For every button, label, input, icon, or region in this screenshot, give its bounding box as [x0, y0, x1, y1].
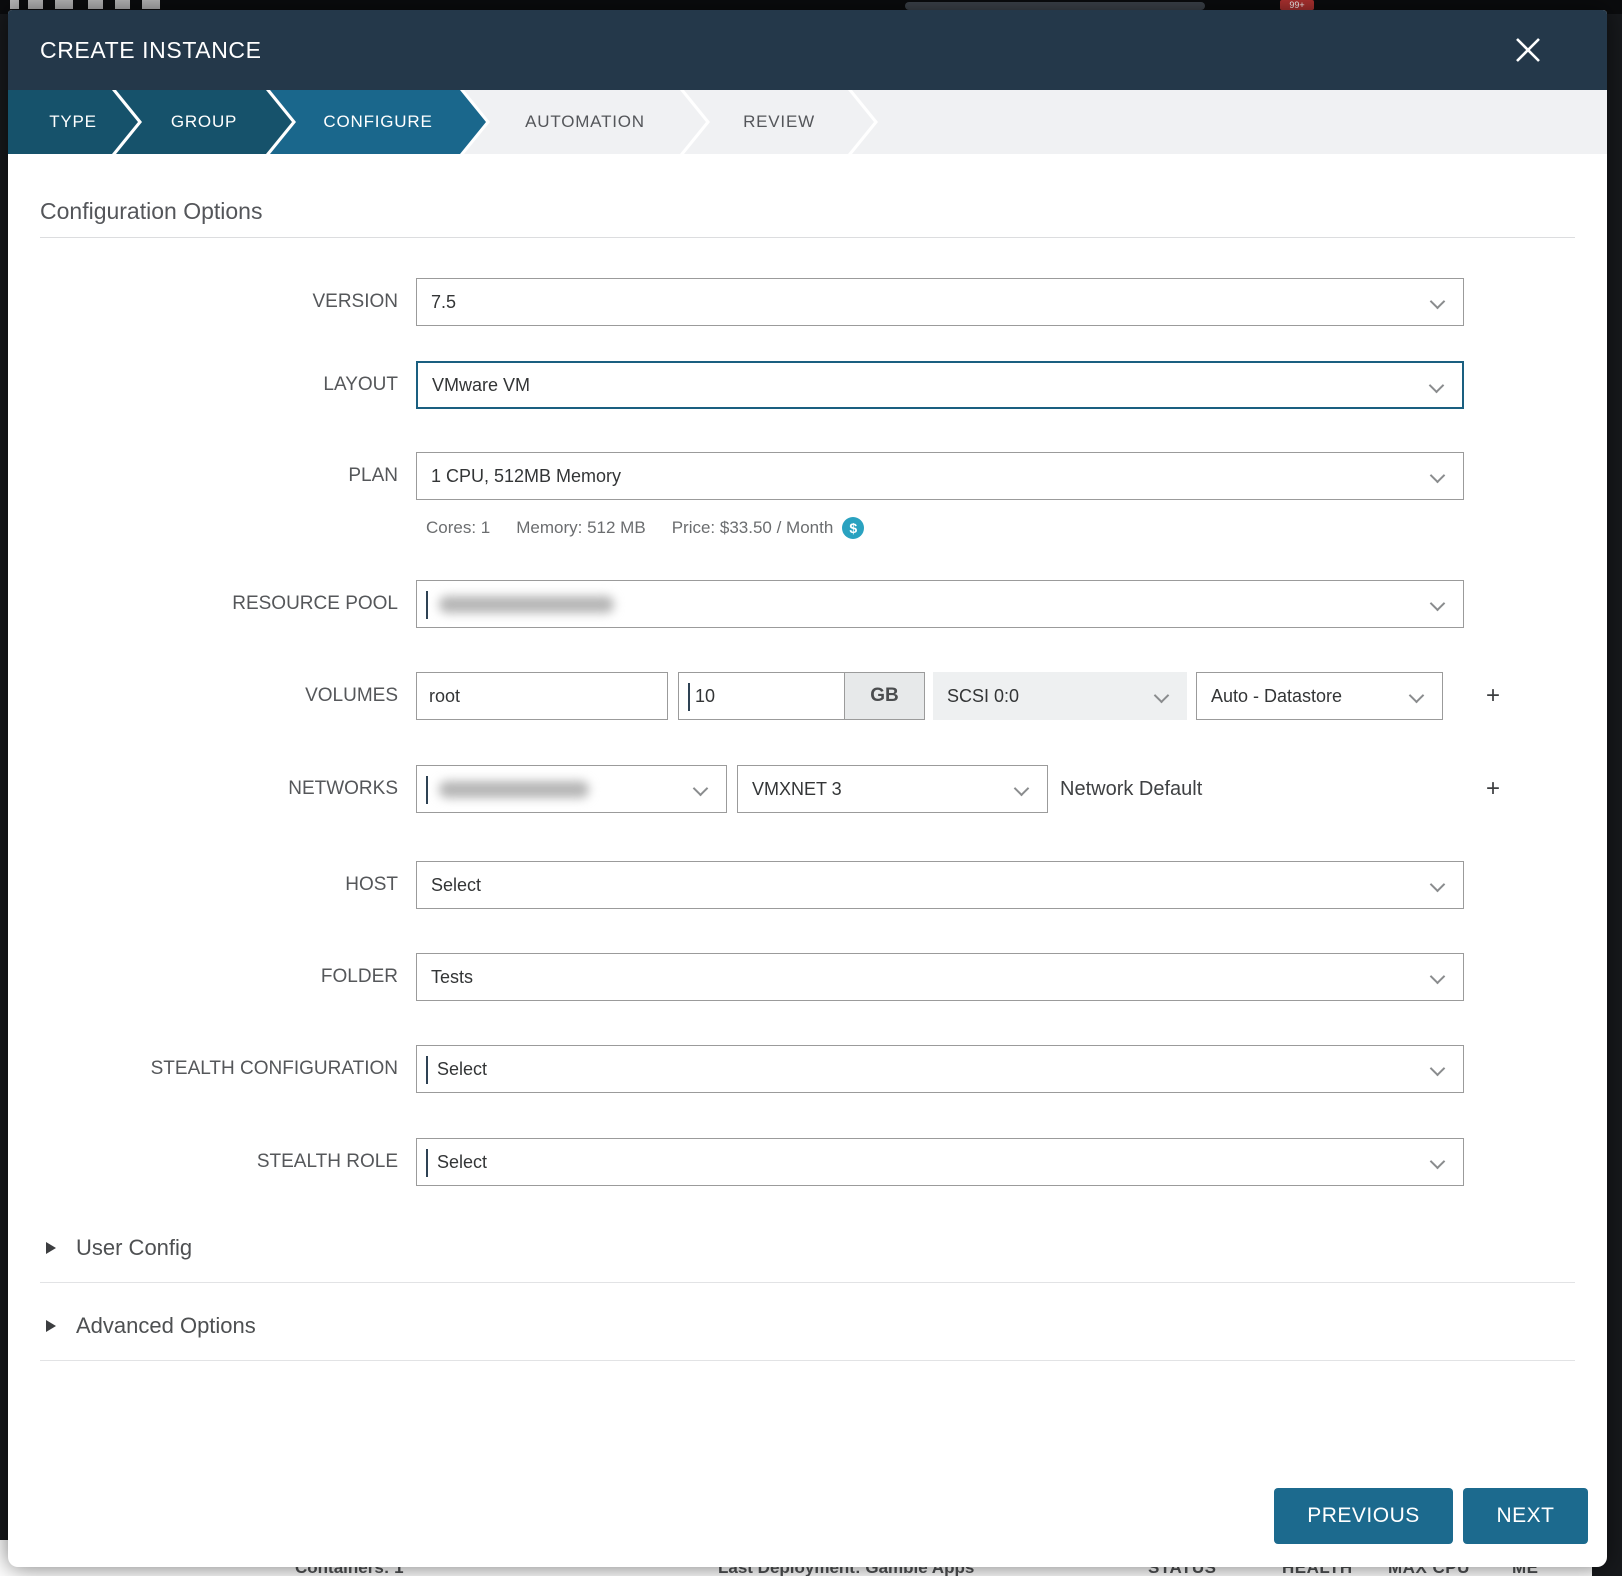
step-type-label: TYPE [49, 112, 97, 132]
chevron-down-icon [1154, 688, 1170, 704]
host-select[interactable]: Select [416, 861, 1464, 909]
step-type[interactable]: TYPE [8, 90, 138, 154]
notification-badge: 99+ [1280, 0, 1314, 10]
version-label: VERSION [38, 291, 398, 313]
volume-unit-addon: GB [845, 672, 925, 720]
chevron-down-icon [1430, 1154, 1446, 1170]
step-group[interactable]: GROUP [116, 90, 292, 154]
chevron-down-icon [1430, 294, 1446, 310]
section-divider [40, 1360, 1575, 1361]
dialog-title: CREATE INSTANCE [40, 10, 262, 90]
layout-label: LAYOUT [38, 374, 398, 396]
stealth-configuration-select[interactable]: Select [416, 1045, 1464, 1093]
chevron-down-icon [693, 781, 709, 797]
text-cursor [688, 683, 690, 711]
text-cursor [426, 1056, 428, 1084]
text-cursor [426, 1149, 428, 1177]
plan-price: Price: $33.50 / Month [672, 518, 834, 538]
create-instance-dialog: CREATE INSTANCE TYPE GROUP CONFIGURE AUT… [8, 10, 1607, 1567]
step-group-label: GROUP [171, 112, 237, 132]
step-automation-label: AUTOMATION [525, 112, 645, 132]
redacted-value [439, 596, 614, 613]
host-label: HOST [38, 874, 398, 896]
chevron-down-icon [1430, 596, 1446, 612]
page-title: Configuration Options [40, 198, 262, 225]
network-default-text: Network Default [1060, 765, 1202, 813]
advanced-options-section-label: Advanced Options [76, 1313, 256, 1339]
layout-select[interactable]: VMware VM [416, 361, 1464, 409]
next-button[interactable]: NEXT [1463, 1488, 1588, 1544]
stealth-role-label: STEALTH ROLE [38, 1151, 398, 1173]
volume-datastore-select[interactable]: Auto - Datastore [1196, 672, 1443, 720]
previous-button[interactable]: PREVIOUS [1274, 1488, 1453, 1544]
chevron-down-icon [1430, 468, 1446, 484]
stealth-role-select[interactable]: Select [416, 1138, 1464, 1186]
stealth-configuration-label: STEALTH CONFIGURATION [38, 1058, 398, 1080]
plan-info: Cores: 1 Memory: 512 MB Price: $33.50 / … [426, 515, 864, 541]
volumes-label: VOLUMES [38, 685, 398, 707]
volume-size-input[interactable] [678, 672, 845, 720]
folder-select[interactable]: Tests [416, 953, 1464, 1001]
add-network-button[interactable]: + [1478, 765, 1508, 813]
caret-right-icon [46, 1242, 56, 1254]
background-logo-fragment [10, 0, 160, 9]
chevron-down-icon [1430, 1061, 1446, 1077]
volume-datastore-value: Auto - Datastore [1211, 686, 1342, 707]
volume-name-input[interactable] [416, 672, 668, 720]
chevron-down-icon [1430, 877, 1446, 893]
caret-right-icon [46, 1320, 56, 1332]
plan-cores: Cores: 1 [426, 518, 490, 538]
volume-controller-select[interactable]: SCSI 0:0 [933, 672, 1187, 720]
chevron-down-icon [1429, 378, 1445, 394]
step-configure[interactable]: CONFIGURE [270, 90, 486, 154]
networks-label: NETWORKS [38, 778, 398, 800]
plan-label: PLAN [38, 465, 398, 487]
network-select[interactable] [416, 765, 727, 813]
dollar-icon: $ [842, 517, 864, 539]
user-config-section-label: User Config [76, 1235, 192, 1261]
redacted-value [439, 781, 589, 798]
text-cursor [426, 591, 428, 619]
step-review[interactable]: REVIEW [684, 90, 874, 154]
resource-pool-select[interactable] [416, 580, 1464, 628]
plan-memory: Memory: 512 MB [516, 518, 645, 538]
volume-size-field[interactable] [695, 686, 832, 707]
volume-controller-value: SCSI 0:0 [947, 686, 1019, 707]
folder-label: FOLDER [38, 966, 398, 988]
step-review-label: REVIEW [743, 112, 815, 132]
stealth-role-value: Select [437, 1152, 487, 1173]
folder-value: Tests [431, 967, 473, 988]
wizard-stepper: TYPE GROUP CONFIGURE AUTOMATION REVIEW [8, 90, 1607, 154]
text-cursor [426, 776, 428, 804]
resource-pool-label: RESOURCE POOL [38, 593, 398, 615]
stealth-configuration-value: Select [437, 1059, 487, 1080]
close-icon[interactable] [1509, 31, 1547, 69]
version-value: 7.5 [431, 292, 456, 313]
background-search-fragment [905, 2, 1205, 10]
step-automation[interactable]: AUTOMATION [464, 90, 706, 154]
plan-value: 1 CPU, 512MB Memory [431, 466, 621, 487]
step-configure-label: CONFIGURE [323, 112, 432, 132]
version-select[interactable]: 7.5 [416, 278, 1464, 326]
user-config-section-toggle[interactable]: User Config [40, 1226, 1575, 1270]
network-adapter-select[interactable]: VMXNET 3 [737, 765, 1048, 813]
layout-value: VMware VM [432, 375, 530, 396]
dialog-header: CREATE INSTANCE [8, 10, 1607, 90]
volume-name-field[interactable] [429, 686, 655, 707]
chevron-down-icon [1430, 969, 1446, 985]
add-volume-button[interactable]: + [1478, 672, 1508, 720]
stepper-filler [852, 90, 1607, 154]
heading-divider [40, 237, 1575, 238]
network-adapter-value: VMXNET 3 [752, 779, 842, 800]
chevron-down-icon [1014, 781, 1030, 797]
plan-select[interactable]: 1 CPU, 512MB Memory [416, 452, 1464, 500]
advanced-options-section-toggle[interactable]: Advanced Options [40, 1304, 1575, 1348]
chevron-down-icon [1409, 688, 1425, 704]
host-value: Select [431, 875, 481, 896]
section-divider [40, 1282, 1575, 1283]
